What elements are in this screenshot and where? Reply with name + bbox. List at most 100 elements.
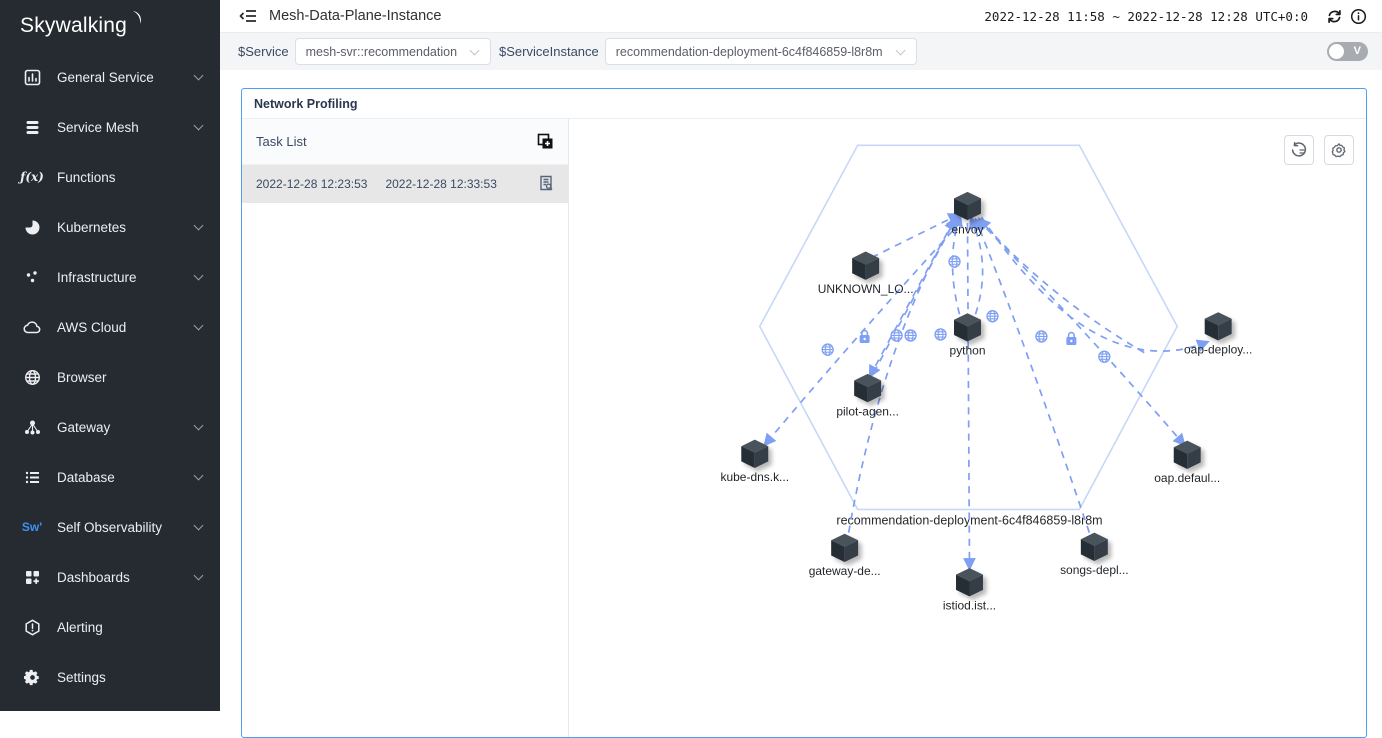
time-range[interactable]: 2022-12-28 11:58 ~ 2022-12-28 12:28 UTC+… — [984, 9, 1308, 24]
mesh-icon — [20, 119, 44, 136]
topology-graph[interactable]: recommendation-deployment-6c4f846859-l8r… — [569, 119, 1366, 737]
graph-edge — [981, 217, 1206, 351]
chevron-down-icon — [194, 270, 204, 280]
sidebar-item-label: Settings — [57, 670, 195, 685]
sidebar-item-service-mesh[interactable]: Service Mesh — [0, 102, 220, 152]
toggle-knob — [1329, 44, 1344, 59]
service-label: $Service — [238, 44, 289, 59]
sidebar-item-label: Kubernetes — [57, 220, 195, 235]
chevron-down-icon — [194, 120, 204, 130]
task-start-time: 2022-12-28 12:23:53 — [256, 177, 367, 191]
sidebar-item-label: Gateway — [57, 420, 195, 435]
task-row[interactable]: 2022-12-28 12:23:53 2022-12-28 12:33:53 — [242, 165, 568, 203]
sidebar-item-dashboards[interactable]: Dashboards — [0, 552, 220, 602]
task-list: Task List 2022-12-28 12:23:53 2022-12-28… — [242, 119, 569, 737]
graph-node-label: envoy — [952, 222, 984, 236]
graph-node-gateway[interactable]: gateway-de... — [809, 534, 881, 578]
sidebar-item-label: General Service — [57, 70, 195, 85]
sidebar-item-label: Service Mesh — [57, 120, 195, 135]
filter-bar: $Service mesh-svr::recommendation $Servi… — [220, 33, 1382, 70]
version-toggle[interactable]: V — [1327, 42, 1368, 61]
http-globe-icon — [1036, 331, 1047, 342]
infra-icon — [20, 269, 44, 286]
chevron-down-icon — [194, 420, 204, 430]
chevron-down-icon — [895, 45, 905, 55]
sidebar-nav: General Service Service Mesh ƒ(x) Functions… — [0, 52, 220, 702]
sidebar-item-label: Browser — [57, 370, 195, 385]
service-select-value: mesh-svr::recommendation — [306, 45, 457, 59]
graph-node-label: songs-depl... — [1060, 563, 1129, 577]
graph-svg: recommendation-deployment-6c4f846859-l8r… — [569, 119, 1366, 737]
dashboards-icon — [20, 569, 44, 586]
graph-node-label: istiod.ist... — [943, 598, 996, 612]
graph-node-oap-default[interactable]: oap.defaul... — [1154, 441, 1220, 485]
sidebar-item-functions[interactable]: ƒ(x) Functions — [0, 152, 220, 202]
graph-node-songs[interactable]: songs-depl... — [1060, 533, 1129, 577]
graph-node-label: kube-dns.k... — [720, 470, 789, 484]
tls-lock-icon — [860, 331, 870, 343]
page-title: Mesh-Data-Plane-Instance — [269, 8, 441, 24]
graph-node-python[interactable]: python — [950, 313, 986, 357]
globe-icon — [20, 369, 44, 386]
crescent-icon — [129, 8, 145, 32]
http-globe-icon — [1099, 351, 1110, 362]
chevron-down-icon — [194, 470, 204, 480]
http-globe-icon — [891, 330, 902, 341]
collapse-sidebar-icon[interactable] — [238, 6, 258, 26]
graph-node-kube-dns[interactable]: kube-dns.k... — [720, 440, 789, 484]
task-details-button[interactable] — [1284, 135, 1314, 165]
graph-node-label: oap.defaul... — [1154, 471, 1220, 485]
graph-node-oap-deploy[interactable]: oap-deploy... — [1184, 312, 1252, 356]
refresh-icon[interactable] — [1324, 6, 1344, 26]
gateway-icon — [20, 419, 44, 436]
create-task-button[interactable] — [537, 133, 554, 150]
sidebar-item-label: Functions — [57, 170, 195, 185]
network-profiling-panel: Network Profiling Task List 2022-12-28 1… — [241, 88, 1367, 738]
http-globe-icon — [987, 311, 998, 322]
fx-icon: ƒ(x) — [20, 170, 44, 184]
service-select[interactable]: mesh-svr::recommendation — [295, 38, 491, 65]
info-icon[interactable] — [1348, 6, 1368, 26]
graph-settings-button[interactable] — [1324, 135, 1354, 165]
graph-node-label: gateway-de... — [809, 564, 881, 578]
graph-node-label: UNKNOWN_LO... — [818, 282, 914, 296]
graph-node-label: pilot-agen... — [836, 404, 899, 418]
sidebar-item-label: Database — [57, 470, 195, 485]
sidebar-item-alerting[interactable]: Alerting — [0, 602, 220, 652]
graph-node-unknown[interactable]: UNKNOWN_LO... — [818, 252, 914, 296]
toggle-label: V — [1354, 45, 1361, 57]
http-globe-icon — [935, 329, 946, 340]
sidebar-item-aws-cloud[interactable]: AWS Cloud — [0, 302, 220, 352]
kubernetes-icon — [20, 219, 44, 236]
sidebar-item-label: AWS Cloud — [57, 320, 195, 335]
graph-node-istiod[interactable]: istiod.ist... — [943, 568, 996, 612]
sidebar-item-settings[interactable]: Settings — [0, 652, 220, 702]
service-instance-select[interactable]: recommendation-deployment-6c4f846859-l8r… — [605, 38, 917, 65]
graph-edge — [980, 220, 1144, 353]
sidebar-item-self-observability[interactable]: SwʹSelf Observability — [0, 502, 220, 552]
chevron-down-icon — [470, 45, 480, 55]
chevron-down-icon — [194, 320, 204, 330]
http-globe-icon — [822, 344, 833, 355]
sidebar-item-label: Alerting — [57, 620, 195, 635]
sidebar-item-general-service[interactable]: General Service — [0, 52, 220, 102]
chart-icon — [20, 69, 44, 86]
http-globe-icon — [949, 256, 960, 267]
gear-icon — [20, 669, 44, 686]
app-logo: Skywalking — [0, 0, 220, 52]
chevron-down-icon — [194, 220, 204, 230]
top-bar: Mesh-Data-Plane-Instance 2022-12-28 11:5… — [220, 0, 1382, 33]
chevron-down-icon — [194, 70, 204, 80]
graph-node-pilot-agent[interactable]: pilot-agen... — [836, 374, 899, 418]
graph-node-envoy[interactable]: envoy — [952, 192, 984, 236]
http-globe-icon — [905, 330, 916, 341]
sidebar-item-gateway[interactable]: Gateway — [0, 402, 220, 452]
sidebar-item-infrastructure[interactable]: Infrastructure — [0, 252, 220, 302]
database-icon — [20, 469, 44, 486]
sidebar-item-browser[interactable]: Browser — [0, 352, 220, 402]
service-instance-label: $ServiceInstance — [499, 44, 599, 59]
sidebar-item-database[interactable]: Database — [0, 452, 220, 502]
task-detail-icon[interactable] — [538, 175, 554, 194]
alert-icon — [20, 619, 44, 636]
sidebar-item-kubernetes[interactable]: Kubernetes — [0, 202, 220, 252]
